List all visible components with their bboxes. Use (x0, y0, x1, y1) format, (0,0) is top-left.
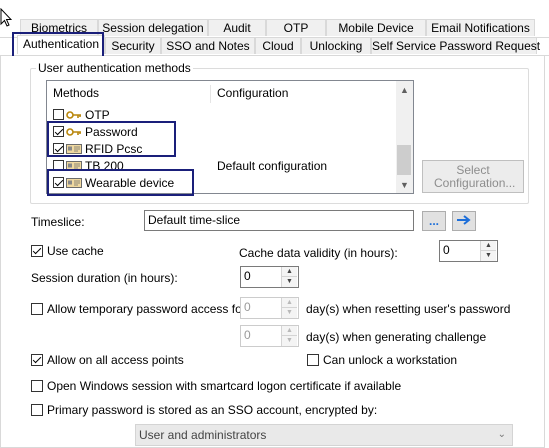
spin-down-icon[interactable]: ▼ (282, 336, 297, 346)
can-unlock-workstation-label: Can unlock a workstation (323, 353, 458, 367)
tab-session-delegation[interactable]: Session delegation (98, 19, 208, 36)
key-icon (66, 109, 82, 121)
spin-down-icon[interactable]: ▼ (282, 308, 297, 318)
temp-password-reset-days-field[interactable]: 0 ▲ ▼ (240, 297, 299, 319)
column-header-configuration[interactable]: Configuration (211, 81, 391, 105)
spin-down-icon[interactable]: ▼ (282, 277, 297, 287)
methods-list-scrollbar[interactable]: ▲ ▼ (396, 81, 413, 193)
chevron-down-icon: ⌄ (497, 429, 506, 440)
tab-unlocking[interactable]: Unlocking (301, 37, 371, 54)
tab-audit[interactable]: Audit (208, 19, 266, 36)
highlight-password-rfid (47, 121, 176, 157)
can-unlock-workstation-checkbox[interactable]: Can unlock a workstation (307, 353, 457, 367)
browse-timeslice-button[interactable]: ... (422, 211, 446, 231)
cache-validity-spinner[interactable]: ▲ ▼ (480, 241, 497, 261)
tab-cloud[interactable]: Cloud (255, 37, 301, 54)
allow-all-access-points-label: Allow on all access points (47, 353, 184, 367)
group-title: User authentication methods (36, 61, 193, 75)
reset-days-spinner[interactable]: ▲ ▼ (281, 298, 298, 318)
open-windows-session-checkbox[interactable]: Open Windows session with smartcard logo… (31, 379, 401, 393)
scroll-down-icon[interactable]: ▼ (396, 176, 413, 193)
timeslice-field[interactable]: Default time-slice (144, 210, 414, 231)
temp-password-checkbox[interactable]: Allow temporary password access for: (31, 302, 249, 316)
checkbox-box[interactable] (31, 245, 43, 257)
highlight-authentication-tab (12, 32, 104, 58)
primary-password-sso-checkbox[interactable]: Primary password is stored as an SSO acc… (31, 403, 377, 417)
column-header-methods[interactable]: Methods (47, 81, 210, 105)
checkbox-box[interactable] (31, 354, 43, 366)
session-duration-value: 0 (244, 269, 251, 283)
allow-all-access-points-checkbox[interactable]: Allow on all access points (31, 353, 184, 367)
challenge-days-value: 0 (244, 328, 251, 342)
session-duration-label: Session duration (in hours): (31, 271, 178, 285)
temp-password-label: Allow temporary password access for: (47, 302, 250, 316)
cache-validity-field[interactable]: 0 ▲ ▼ (439, 240, 498, 262)
encrypted-by-value: User and administrators (139, 428, 267, 442)
use-cache-checkbox[interactable]: Use cache (31, 244, 104, 258)
tab-security[interactable]: Security (105, 37, 161, 54)
method-checkbox[interactable] (53, 109, 64, 120)
reset-days-value: 0 (244, 300, 251, 314)
session-duration-spinner[interactable]: ▲ ▼ (281, 267, 298, 287)
checkbox-box[interactable] (31, 380, 43, 392)
challenge-days-suffix: day(s) when generating challenge (306, 330, 487, 344)
challenge-days-spinner[interactable]: ▲ ▼ (281, 326, 298, 346)
session-duration-field[interactable]: 0 ▲ ▼ (240, 266, 299, 288)
open-windows-session-label: Open Windows session with smartcard logo… (47, 379, 402, 393)
use-cache-label: Use cache (47, 244, 104, 258)
tab-otp[interactable]: OTP (266, 19, 326, 36)
arrow-right-icon (457, 214, 471, 228)
checkbox-box[interactable] (31, 404, 43, 416)
select-configuration-button[interactable]: Select Configuration... (422, 160, 524, 193)
temp-password-challenge-days-field[interactable]: 0 ▲ ▼ (240, 325, 299, 347)
tab-mobile-device[interactable]: Mobile Device (326, 19, 426, 36)
checkbox-box[interactable] (31, 303, 43, 315)
go-timeslice-button[interactable] (452, 211, 476, 231)
method-label: OTP (85, 107, 110, 122)
cache-validity-label: Cache data validity (in hours): (239, 246, 398, 260)
tab-email-notifications[interactable]: Email Notifications (426, 19, 535, 36)
encrypted-by-select[interactable]: User and administrators ⌄ (135, 424, 513, 446)
highlight-wearable-device (47, 169, 194, 196)
spin-down-icon[interactable]: ▼ (481, 251, 496, 261)
select-configuration-label: Select Configuration... (434, 162, 516, 190)
primary-password-sso-label: Primary password is stored as an SSO acc… (47, 403, 378, 417)
scroll-up-icon[interactable]: ▲ (396, 81, 413, 98)
method-configuration: Default configuration (217, 159, 328, 173)
reset-days-suffix: day(s) when resetting user's password (306, 302, 511, 316)
tab-sso-and-notes[interactable]: SSO and Notes (161, 37, 255, 54)
timeslice-label: Timeslice: (31, 215, 85, 229)
tab-self-service-password-request[interactable]: Self Service Password Request (371, 37, 540, 54)
scroll-thumb[interactable] (397, 145, 411, 175)
checkbox-box[interactable] (307, 354, 319, 366)
cache-validity-value: 0 (443, 243, 450, 257)
